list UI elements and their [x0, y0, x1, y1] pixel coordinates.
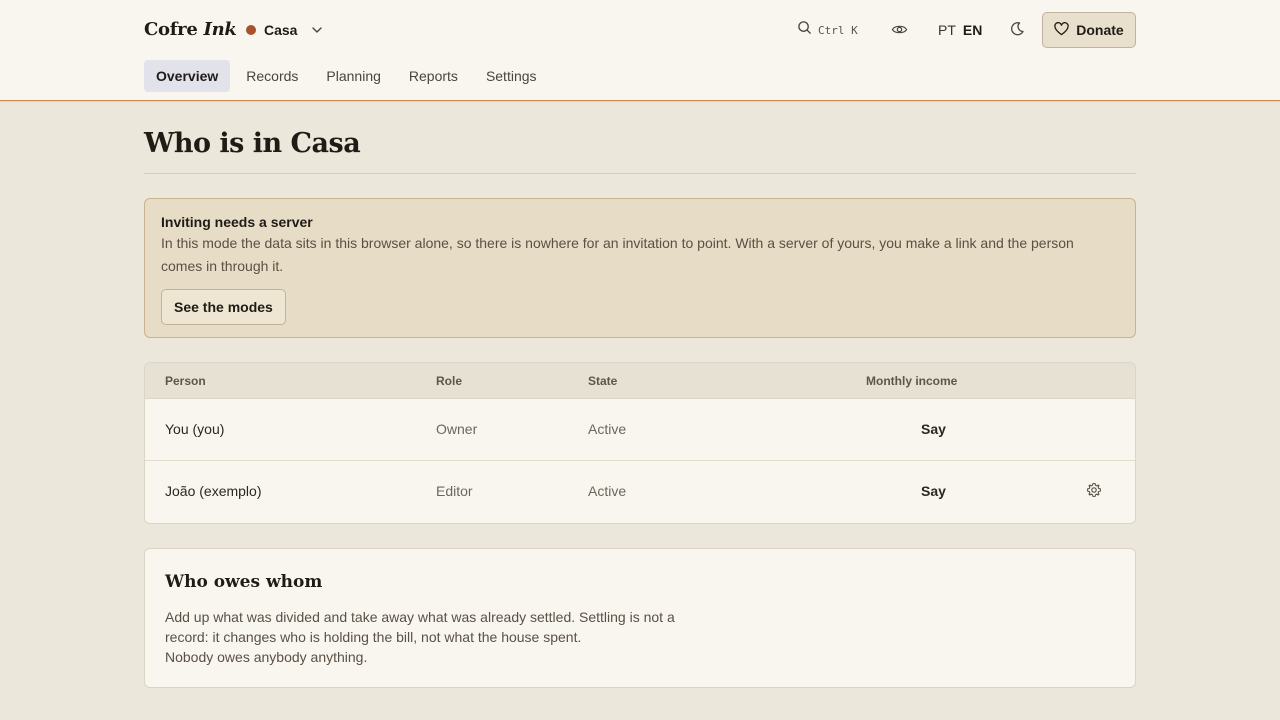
search-button[interactable]: Ctrl K	[797, 20, 858, 40]
member-state: Active	[588, 421, 627, 437]
tab-reports[interactable]: Reports	[397, 60, 470, 92]
income-say-button[interactable]: Say	[921, 483, 946, 499]
member-person: João (exemplo)	[165, 483, 262, 499]
language-switcher: PT EN	[938, 20, 982, 40]
notice-body: In this mode the data sits in this brows…	[161, 235, 1074, 274]
see-modes-button[interactable]: See the modes	[161, 289, 286, 325]
server-notice: Inviting needs a server In this mode the…	[144, 198, 1136, 338]
member-role: Editor	[436, 483, 473, 499]
member-person: You (you)	[165, 421, 225, 437]
column-person: Person	[165, 374, 206, 388]
table-row: You (you) Owner Active Say	[145, 399, 1135, 461]
search-shortcut: Ctrl K	[818, 23, 858, 37]
tab-planning[interactable]: Planning	[314, 60, 393, 92]
search-icon	[797, 20, 812, 40]
owes-explanation: Add up what was divided and take away wh…	[165, 609, 675, 645]
top-bar: Cofre Ink Casa Ctrl K PT EN Donate Overv…	[0, 0, 1280, 101]
language-option-en[interactable]: EN	[963, 22, 982, 38]
heart-icon	[1054, 21, 1069, 39]
brand-ink: Ink	[203, 19, 237, 40]
main-tabs: Overview Records Planning Reports Settin…	[144, 60, 553, 92]
donate-button[interactable]: Donate	[1042, 12, 1136, 48]
member-state: Active	[588, 483, 627, 499]
household-name: Casa	[264, 22, 298, 38]
notice-title: Inviting needs a server	[161, 214, 313, 230]
brand-logo[interactable]: Cofre Ink	[144, 19, 237, 40]
income-say-button[interactable]: Say	[921, 421, 946, 437]
who-owes-whom-card: Who owes whom Add up what was divided an…	[144, 548, 1136, 688]
tab-records[interactable]: Records	[234, 60, 310, 92]
page-title: Who is in Casa	[144, 128, 361, 159]
brand-name: Cofre	[144, 19, 198, 40]
table-header: Person Role State Monthly income	[145, 363, 1135, 399]
tab-settings[interactable]: Settings	[474, 60, 549, 92]
language-option-pt[interactable]: PT	[938, 22, 956, 38]
household-switcher[interactable]: Casa	[246, 20, 323, 40]
column-monthly-income: Monthly income	[866, 374, 958, 388]
members-table: Person Role State Monthly income You (yo…	[144, 362, 1136, 524]
owes-body: Add up what was divided and take away wh…	[165, 607, 685, 667]
moon-icon[interactable]	[1009, 21, 1025, 37]
member-role: Owner	[436, 421, 478, 437]
owes-title: Who owes whom	[165, 572, 323, 592]
tab-overview[interactable]: Overview	[144, 60, 231, 92]
donate-label: Donate	[1076, 22, 1124, 38]
owes-status: Nobody owes anybody anything.	[165, 649, 368, 665]
column-role: Role	[436, 374, 463, 388]
eye-icon[interactable]	[891, 21, 908, 38]
title-divider	[144, 173, 1136, 174]
gear-icon[interactable]	[1086, 482, 1102, 498]
chevron-down-icon	[311, 24, 323, 36]
table-row: João (exemplo) Editor Active Say	[145, 461, 1135, 523]
column-state: State	[588, 374, 618, 388]
household-color-dot	[246, 25, 256, 35]
